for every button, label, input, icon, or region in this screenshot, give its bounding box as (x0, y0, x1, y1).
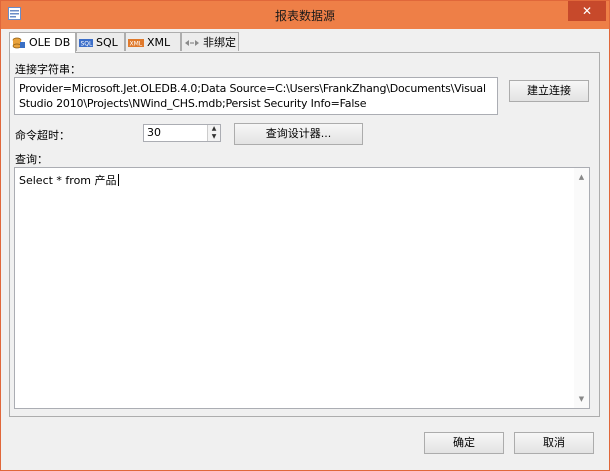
tab-label: SQL (96, 36, 118, 49)
query-text: Select * from 产品 (19, 174, 117, 187)
connection-string-label: 连接字符串： (15, 63, 81, 76)
tab-label: 非绑定 (203, 36, 236, 49)
scroll-down-icon[interactable]: ▼ (574, 392, 589, 406)
text-caret (117, 174, 119, 186)
tab-sql[interactable]: SQL SQL (76, 32, 125, 51)
unbound-icon (185, 40, 199, 46)
tab-strip: OLE DB SQL SQL XML XML 非绑定 (9, 32, 609, 53)
query-text-line: Select * from 产品 (19, 172, 119, 188)
scroll-up-icon[interactable]: ▲ (574, 170, 589, 184)
timeout-stepper[interactable]: 30 ▲ ▼ (143, 124, 221, 142)
svg-text:XML: XML (130, 41, 143, 48)
query-scrollbar[interactable]: ▲ ▼ (574, 168, 589, 408)
stepper-arrows: ▲ ▼ (207, 125, 220, 141)
stepper-up-icon[interactable]: ▲ (208, 125, 220, 133)
connection-string-field[interactable]: Provider=Microsoft.Jet.OLEDB.4.0;Data So… (14, 77, 498, 115)
title-bar[interactable]: 报表数据源 ✕ (1, 1, 609, 29)
tab-unbound[interactable]: 非绑定 (181, 32, 239, 51)
database-icon (12, 37, 25, 49)
tab-label: XML (147, 36, 171, 49)
ok-button[interactable]: 确定 (424, 432, 504, 454)
report-datasource-dialog: 报表数据源 ✕ OLE DB SQL SQL XML XML 非绑定 连接字符串… (0, 0, 610, 471)
tab-label: OLE DB (29, 36, 71, 49)
query-label: 查询： (15, 153, 48, 166)
window-title: 报表数据源 (274, 9, 335, 23)
timeout-value: 30 (147, 126, 161, 139)
query-designer-button[interactable]: 查询设计器... (234, 123, 363, 145)
tab-ole-db[interactable]: OLE DB (9, 32, 76, 53)
close-button[interactable]: ✕ (568, 1, 606, 21)
query-editor[interactable]: Select * from 产品 ▲ ▼ (14, 167, 590, 409)
cancel-button[interactable]: 取消 (514, 432, 594, 454)
sql-icon: SQL (79, 39, 94, 48)
timeout-label: 命令超时： (15, 129, 70, 142)
connect-button[interactable]: 建立连接 (509, 80, 589, 102)
close-icon: ✕ (581, 4, 593, 18)
stepper-down-icon[interactable]: ▼ (208, 133, 220, 141)
svg-text:SQL: SQL (81, 41, 94, 48)
xml-icon: XML (128, 39, 144, 48)
tab-xml[interactable]: XML XML (125, 32, 181, 51)
